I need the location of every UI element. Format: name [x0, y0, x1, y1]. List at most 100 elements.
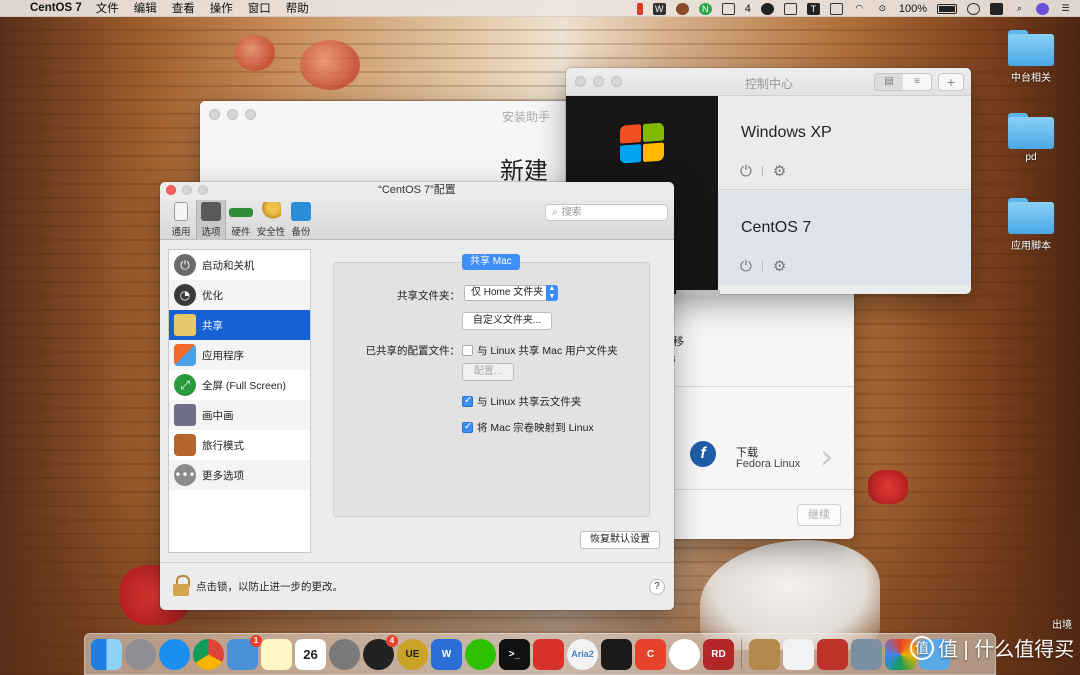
ue-editor-icon[interactable]: UE	[397, 638, 428, 670]
aria2-icon[interactable]: Aria2	[567, 638, 598, 670]
menu-edit[interactable]: 编辑	[134, 0, 157, 16]
menu-file[interactable]: 文件	[96, 0, 119, 16]
poker-app-icon[interactable]	[533, 638, 564, 670]
text-status-icon[interactable]: T	[806, 2, 820, 15]
preview-icon[interactable]: 1	[227, 634, 262, 670]
share-mac-user-folders-checkbox[interactable]: 与 Linux 共享 Mac 用户文件夹	[462, 343, 618, 358]
zoom-button[interactable]	[611, 76, 622, 87]
close-button[interactable]	[166, 185, 176, 195]
menu-window[interactable]: 窗口	[248, 0, 271, 16]
dock: 1 26 4 UE W >_ Aria2 C RD	[84, 633, 996, 675]
archive-utility-icon[interactable]	[749, 638, 780, 670]
close-button[interactable]	[575, 76, 586, 87]
time-machine-icon[interactable]: ⊙	[876, 3, 889, 15]
clock-icon[interactable]	[967, 2, 980, 15]
minimize-button[interactable]	[593, 76, 604, 87]
sidebar-item-startup[interactable]: ⏻ 启动和关机	[169, 250, 310, 280]
tab-general[interactable]: 通用	[166, 200, 196, 240]
detail-view-icon[interactable]: ▤	[875, 74, 903, 90]
power-icon[interactable]: ⏻	[740, 257, 752, 275]
wechat-status-icon[interactable]	[760, 2, 774, 15]
sidebar-item-more-options[interactable]: ••• 更多选项	[169, 460, 310, 490]
wps-status-icon[interactable]: W	[652, 2, 666, 15]
gear-icon[interactable]: ⚙	[773, 162, 786, 180]
notification-center-icon[interactable]: ☰	[1059, 3, 1072, 15]
menu-app-name[interactable]: CentOS 7	[30, 2, 82, 14]
parallels-icon[interactable]	[817, 638, 848, 670]
map-volumes-checkbox[interactable]: 将 Mac 宗卷映射到 Linux	[462, 420, 594, 435]
grid-status-icon[interactable]	[829, 2, 843, 15]
search-field[interactable]: ⌕ 搜索	[545, 204, 668, 221]
wechat-icon[interactable]	[465, 638, 496, 670]
search-icon[interactable]: ⌕	[1013, 3, 1026, 15]
chrome-icon[interactable]	[193, 638, 224, 670]
menu-help[interactable]: 帮助	[286, 0, 309, 16]
help-button[interactable]: ?	[649, 579, 665, 595]
document-icon[interactable]	[783, 638, 814, 670]
desktop-folder[interactable]: 中台相关	[996, 30, 1066, 84]
configure-button[interactable]: 配置...	[462, 363, 514, 381]
vm-item-windows-xp[interactable]: Windows XP ⏻ ⚙	[718, 96, 971, 190]
clion-icon[interactable]: C	[635, 638, 666, 670]
minimize-button[interactable]	[182, 185, 192, 195]
tab-label: 通用	[171, 227, 191, 238]
keyboard-status-icon[interactable]	[783, 2, 797, 15]
qq-icon[interactable]: 4	[363, 634, 398, 670]
config-titlebar[interactable]: “CentOS 7”配置	[160, 182, 674, 200]
custom-folders-button[interactable]: 自定义文件夹...	[462, 312, 552, 330]
tab-security[interactable]: 安全性	[256, 200, 286, 240]
desktop-folder[interactable]: pd	[996, 113, 1066, 163]
display-status-icon[interactable]	[721, 2, 735, 15]
wifi-icon[interactable]: ◠	[853, 3, 866, 15]
power-icon[interactable]: ⏻	[740, 162, 752, 180]
siri-icon[interactable]	[1036, 2, 1049, 15]
parallels-status-icon[interactable]	[636, 2, 643, 15]
lock-icon[interactable]	[172, 575, 190, 597]
tab-backup[interactable]: 备份	[286, 200, 316, 240]
desktop-folder[interactable]: 应用脚本	[996, 198, 1066, 252]
sidebar-item-optimization[interactable]: ◔ 优化	[169, 280, 310, 310]
calendar-icon[interactable]: 26	[295, 638, 326, 670]
safari-icon[interactable]	[159, 638, 190, 670]
continue-button[interactable]: 继续	[797, 504, 841, 526]
tab-hardware[interactable]: 硬件	[226, 200, 256, 240]
minimize-button[interactable]	[227, 109, 238, 120]
launchpad-icon[interactable]	[125, 638, 156, 670]
rd-app-icon[interactable]: RD	[703, 638, 734, 670]
activity-monitor-icon[interactable]	[601, 638, 632, 670]
menu-view[interactable]: 查看	[172, 0, 195, 16]
rings-app-icon[interactable]	[669, 638, 700, 670]
panel-tab-share-mac[interactable]: 共享 Mac	[462, 254, 520, 270]
notes-icon[interactable]	[261, 638, 292, 670]
menu-actions[interactable]: 操作	[210, 0, 233, 16]
sidebar-item-sharing[interactable]: 共享	[169, 310, 310, 340]
restore-defaults-button[interactable]: 恢复默认设置	[580, 531, 660, 549]
evernote-status-icon[interactable]: N	[698, 2, 712, 15]
gear-icon[interactable]: ⚙	[773, 257, 786, 275]
sidebar-item-applications[interactable]: 应用程序	[169, 340, 310, 370]
cloud-status-icon[interactable]	[675, 2, 689, 15]
zoom-button[interactable]	[198, 185, 208, 195]
control-center-titlebar[interactable]: 控制中心 ▤ ≡ +	[566, 68, 971, 96]
system-preferences-icon[interactable]	[329, 638, 360, 670]
terminal-icon[interactable]: >_	[499, 638, 530, 670]
sidebar-item-fullscreen[interactable]: ⤢ 全屏 (Full Screen)	[169, 370, 310, 400]
tab-options[interactable]: 选项	[196, 200, 226, 240]
close-button[interactable]	[209, 109, 220, 120]
add-vm-button[interactable]: +	[938, 73, 964, 91]
battery-icon[interactable]	[937, 3, 957, 14]
vm-item-centos-7[interactable]: CentOS 7 ⏻ ⚙	[718, 191, 971, 285]
finder-icon[interactable]	[91, 638, 122, 670]
zoom-button[interactable]	[245, 109, 256, 120]
wps-icon[interactable]: W	[431, 638, 462, 670]
network-icon[interactable]	[851, 638, 882, 670]
list-view-icon[interactable]: ≡	[903, 74, 931, 90]
sidebar-item-travel-mode[interactable]: 旅行模式	[169, 430, 310, 460]
share-cloud-checkbox[interactable]: 与 Linux 共享云文件夹	[462, 394, 581, 409]
notes-status-icon[interactable]	[990, 2, 1003, 15]
sidebar-item-picture-in-picture[interactable]: 画中画	[169, 400, 310, 430]
sidebar-item-label: 全屏 (Full Screen)	[202, 379, 287, 392]
folder-icon	[1008, 30, 1054, 66]
chevron-right-icon[interactable]: ›	[820, 437, 834, 477]
shared-folders-select[interactable]: 仅 Home 文件夹 ▲ ▼	[464, 285, 558, 301]
